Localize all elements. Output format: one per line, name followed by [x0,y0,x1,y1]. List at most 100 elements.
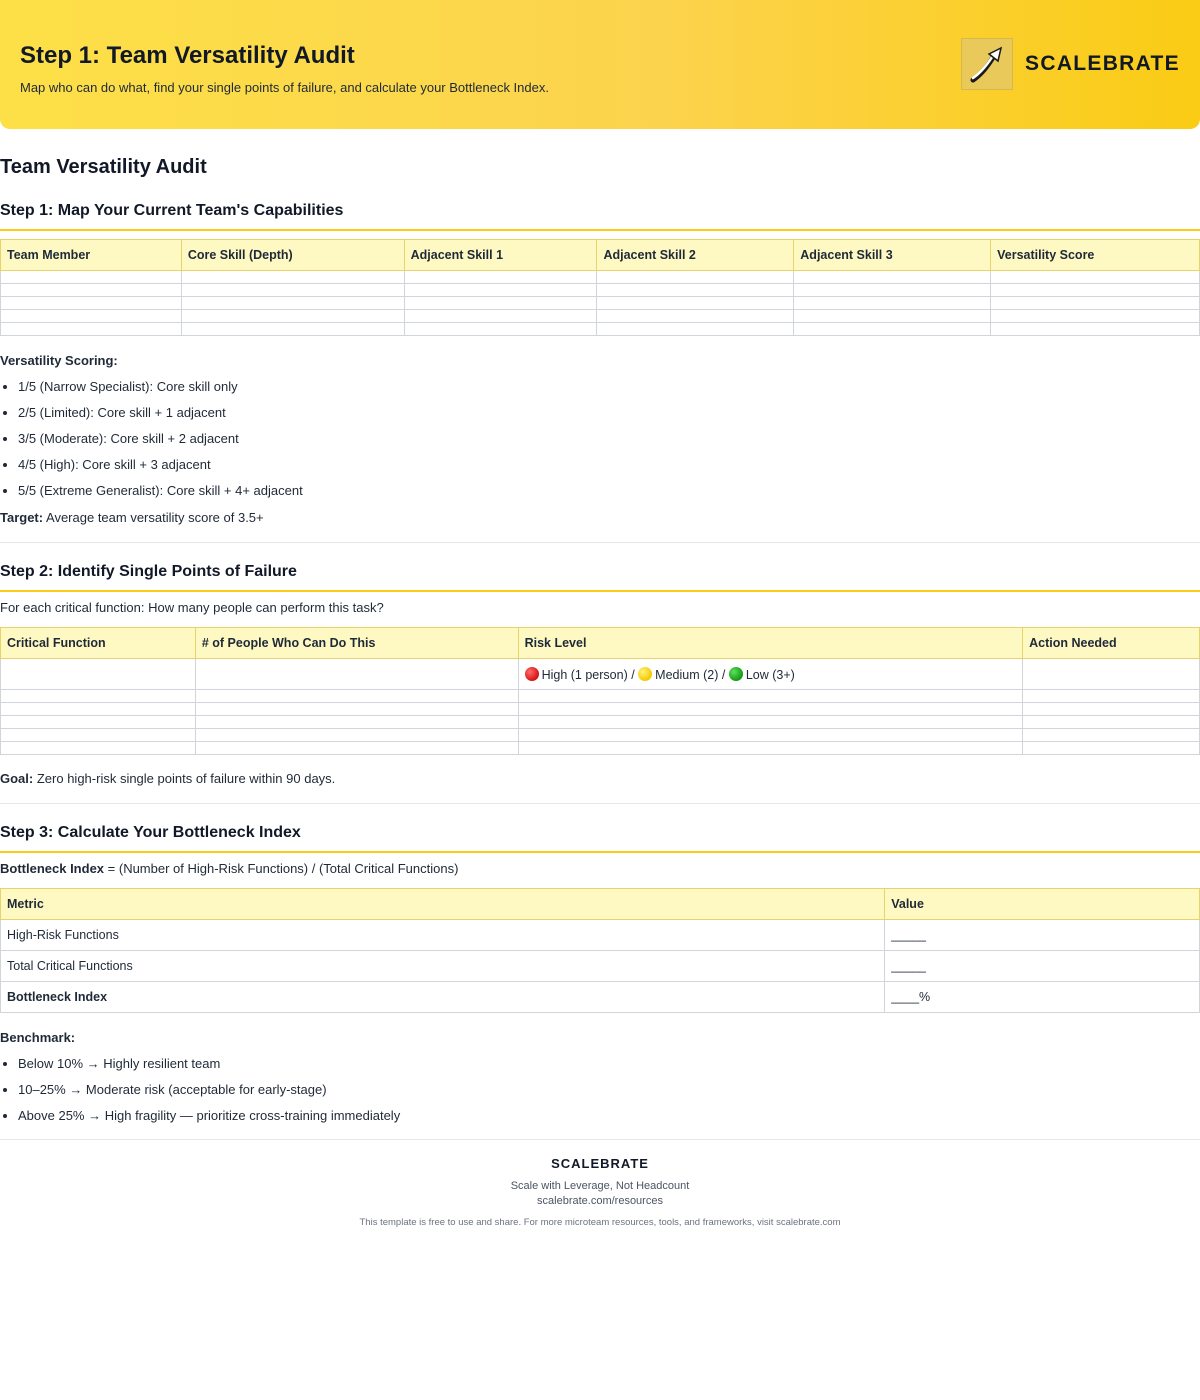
table-cell[interactable] [793,322,992,336]
table-cell[interactable] [517,689,1024,703]
table-cell[interactable] [990,309,1200,323]
table-cell[interactable] [194,728,519,742]
col-critical-function: Critical Function [0,627,196,659]
table-cell[interactable] [596,270,795,284]
table-row [0,715,1200,729]
col-action-needed: Action Needed [1022,627,1200,659]
table-cell[interactable] [1022,741,1200,755]
table-cell[interactable] [990,283,1200,297]
document-title: Team Versatility Audit [0,156,207,178]
metric-value[interactable]: ____% [884,981,1200,1013]
table-row [0,283,1200,297]
table-cell[interactable] [194,715,519,729]
table-row: Bottleneck Index ____% [0,981,1200,1013]
yellow-circle-icon [638,666,653,681]
risk-high-label: High (1 person) / [541,667,635,682]
list-item: 5/5 (Extreme Generalist): Core skill + 4… [18,478,1200,504]
footer-brand: SCALEBRATE [551,1156,649,1171]
table-cell[interactable] [1022,728,1200,742]
table-row: High (1 person) / Medium (2) / Low (3+) [0,658,1200,690]
table-cell[interactable] [596,322,795,336]
table-cell[interactable] [990,296,1200,310]
target-label: Target: [0,510,44,525]
metric-value[interactable]: _____ [884,919,1200,951]
table-cell[interactable] [517,702,1024,716]
table-cell[interactable] [180,322,405,336]
col-team-member: Team Member [0,239,182,271]
benchmark-label: Benchmark: [0,1030,76,1045]
table-cell[interactable] [194,658,519,690]
col-people-count: # of People Who Can Do This [194,627,519,659]
table-cell[interactable] [0,309,182,323]
goal-text: Zero high-risk single points of failure … [36,771,336,786]
goal-label: Goal: [0,771,34,786]
table-cell[interactable] [0,283,182,297]
brand-block: SCALEBRATE [961,38,1180,90]
table-cell[interactable] [990,270,1200,284]
metric-name: Bottleneck Index [0,981,886,1013]
col-risk-level: Risk Level [517,627,1024,659]
table-cell[interactable] [0,689,196,703]
table-cell[interactable] [517,715,1024,729]
scoring-list: 1/5 (Narrow Specialist): Core skill only… [0,374,1200,504]
col-versatility-score: Versatility Score [990,239,1200,271]
table-cell[interactable] [180,270,405,284]
table-cell[interactable] [596,309,795,323]
table-cell[interactable] [990,322,1200,336]
table-cell[interactable] [793,283,992,297]
footer-tagline: Scale with Leverage, Not Headcount [510,1180,690,1192]
red-circle-icon [524,666,539,681]
table-row: Total Critical Functions _____ [0,950,1200,982]
table-cell[interactable] [180,309,405,323]
table-cell[interactable] [403,309,598,323]
table-cell[interactable] [596,296,795,310]
table-cell[interactable] [403,283,598,297]
target-line: Target: Average team versatility score o… [0,510,1200,525]
table-cell[interactable] [403,322,598,336]
table-cell[interactable] [517,728,1024,742]
table-cell[interactable] [0,741,196,755]
brand-name: SCALEBRATE [1025,52,1180,75]
step3-heading: Step 3: Calculate Your Bottleneck Index [0,823,1200,853]
col-core-skill: Core Skill (Depth) [180,239,405,271]
table-cell[interactable] [793,309,992,323]
step2-heading: Step 2: Identify Single Points of Failur… [0,562,1200,592]
table-cell[interactable] [0,702,196,716]
table-header-row: Team Member Core Skill (Depth) Adjacent … [0,239,1200,271]
formula-label: Bottleneck Index [0,861,105,876]
table-cell[interactable] [1022,702,1200,716]
table-cell[interactable] [793,296,992,310]
table-cell[interactable] [403,270,598,284]
table-cell[interactable] [0,322,182,336]
benchmark-list: Below 10% → Highly resilient team 10–25%… [0,1051,1200,1129]
table-cell[interactable] [194,741,519,755]
table-cell[interactable] [194,702,519,716]
table-cell[interactable] [0,715,196,729]
risk-legend-cell: High (1 person) / Medium (2) / Low (3+) [517,658,1024,690]
table-cell[interactable] [0,728,196,742]
footer-url[interactable]: scalebrate.com/resources [0,1195,1200,1207]
table-cell[interactable] [596,283,795,297]
table-cell[interactable] [403,296,598,310]
document-body: Team Versatility Audit Step 1: Map Your … [0,155,1200,1228]
list-item: 2/5 (Limited): Core skill + 1 adjacent [18,400,1200,426]
metric-value[interactable]: _____ [884,950,1200,982]
table-cell[interactable] [793,270,992,284]
table-cell[interactable] [517,741,1024,755]
table-cell[interactable] [1022,689,1200,703]
table-cell[interactable] [194,689,519,703]
table-header-row: Critical Function # of People Who Can Do… [0,627,1200,659]
table-header-row: Metric Value [0,888,1200,920]
table-cell[interactable] [0,270,182,284]
table-row [0,741,1200,755]
table-cell[interactable] [1022,658,1200,690]
table-cell[interactable] [0,658,196,690]
target-text: Average team versatility score of 3.5+ [46,510,264,525]
list-item: 10–25% → Moderate risk (acceptable for e… [18,1077,1200,1103]
table-cell[interactable] [0,296,182,310]
table-cell[interactable] [1022,715,1200,729]
table-cell[interactable] [180,283,405,297]
table-cell[interactable] [180,296,405,310]
footer: SCALEBRATE Scale with Leverage, Not Head… [0,1156,1200,1228]
table-row [0,309,1200,323]
